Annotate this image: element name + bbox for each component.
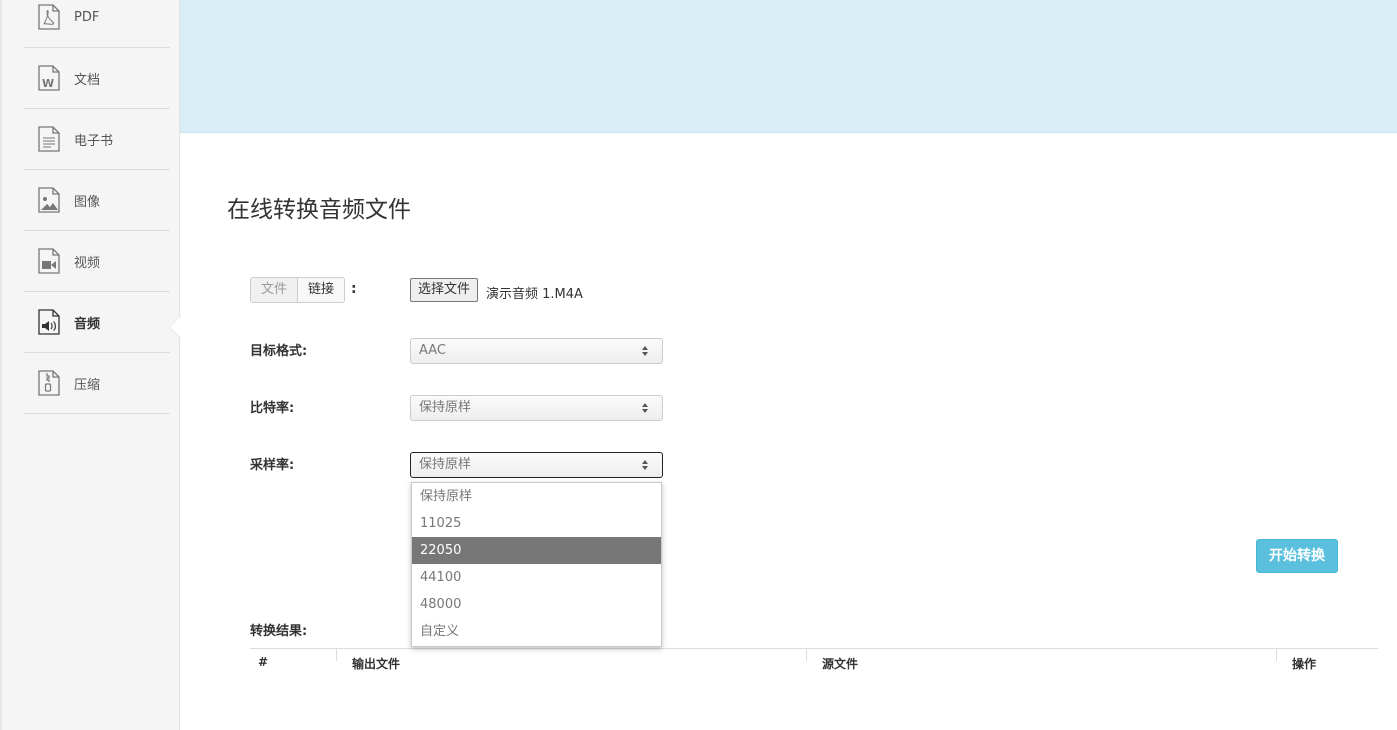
select-arrows-icon xyxy=(642,403,648,413)
sidebar-item-document[interactable]: W 文档 xyxy=(24,48,170,109)
image-file-icon xyxy=(38,187,60,213)
dropdown-option[interactable]: 保持原样 xyxy=(412,483,661,510)
sidebar-item-label: 音频 xyxy=(74,316,101,332)
results-table-header: # 输出文件 源文件 操作 xyxy=(250,648,1378,679)
bitrate-select[interactable]: 保持原样 xyxy=(410,395,663,421)
sample-rate-label: 采样率: xyxy=(250,458,295,473)
ebook-file-icon xyxy=(38,126,60,152)
sidebar-item-audio[interactable]: 音频 xyxy=(24,292,170,353)
page-title: 在线转换音频文件 xyxy=(227,197,411,223)
dropdown-option-highlighted[interactable]: 22050 xyxy=(412,537,661,564)
select-arrows-icon xyxy=(642,346,648,356)
video-file-icon xyxy=(38,248,60,274)
sidebar-item-label: 电子书 xyxy=(74,133,114,149)
dropdown-option[interactable]: 11025 xyxy=(412,510,661,537)
choose-file-button[interactable]: 选择文件 xyxy=(410,278,479,302)
target-format-value: AAC xyxy=(419,343,446,358)
sidebar-item-ebook[interactable]: 电子书 xyxy=(24,109,170,170)
tab-file[interactable]: 文件 xyxy=(251,278,299,302)
sample-rate-select[interactable]: 保持原样 xyxy=(410,452,663,478)
dropdown-option[interactable]: 48000 xyxy=(412,591,661,618)
pdf-file-icon xyxy=(38,4,60,30)
archive-file-icon xyxy=(38,370,60,396)
dropdown-option[interactable]: 自定义 xyxy=(412,618,661,645)
start-convert-button[interactable]: 开始转换 xyxy=(1256,539,1338,573)
selected-file-name: 演示音频 1.M4A xyxy=(486,287,583,302)
sidebar-item-label: 压缩 xyxy=(74,377,101,393)
bitrate-value: 保持原样 xyxy=(419,400,472,415)
results-label: 转换结果: xyxy=(250,624,308,639)
sidebar-item-label: PDF xyxy=(74,9,100,25)
sidebar-item-pdf[interactable]: PDF xyxy=(24,0,170,48)
dropdown-option[interactable]: 44100 xyxy=(412,564,661,591)
column-header-index: # xyxy=(258,655,269,669)
sample-rate-value: 保持原样 xyxy=(419,457,472,472)
sidebar-item-image[interactable]: 图像 xyxy=(24,170,170,231)
tab-link[interactable]: 链接 xyxy=(298,278,345,302)
column-header-source: 源文件 xyxy=(822,657,859,671)
bitrate-label: 比特率: xyxy=(250,401,295,416)
column-divider xyxy=(1276,649,1277,661)
column-header-output: 输出文件 xyxy=(352,657,401,671)
svg-text:W: W xyxy=(42,77,54,90)
select-arrows-icon xyxy=(642,460,648,470)
column-divider xyxy=(336,649,337,661)
sidebar-item-video[interactable]: 视频 xyxy=(24,231,170,292)
source-colon: : xyxy=(351,281,357,297)
word-file-icon: W xyxy=(38,65,60,91)
target-format-label: 目标格式: xyxy=(250,344,308,359)
column-divider xyxy=(806,649,807,661)
source-tabs: 文件 链接 xyxy=(250,277,346,303)
sidebar-item-label: 文档 xyxy=(74,72,101,88)
sidebar: PDF W 文档 电子书 图像 视频 音频 压缩 xyxy=(0,0,180,730)
sample-rate-dropdown: 保持原样 11025 22050 44100 48000 自定义 xyxy=(411,482,662,647)
sidebar-item-label: 视频 xyxy=(74,255,101,271)
sidebar-item-label: 图像 xyxy=(74,194,101,210)
audio-file-icon xyxy=(38,309,60,335)
top-banner xyxy=(180,0,1397,133)
column-header-actions: 操作 xyxy=(1292,657,1317,671)
active-indicator-fill xyxy=(170,316,181,338)
sidebar-item-archive[interactable]: 压缩 xyxy=(24,353,170,414)
target-format-select[interactable]: AAC xyxy=(410,338,663,364)
